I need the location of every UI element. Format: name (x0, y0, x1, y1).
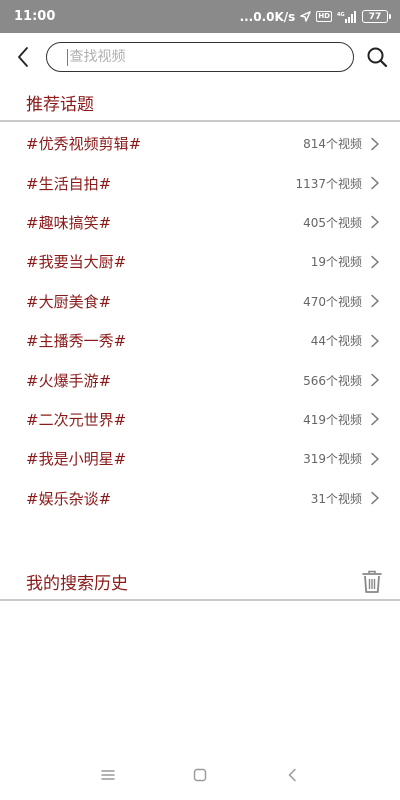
search-button[interactable] (354, 33, 400, 81)
topic-row[interactable]: #火爆手游# 566个视频 (0, 360, 400, 399)
topic-count: 319个视频 (303, 452, 362, 467)
topic-name: #我是小明星# (26, 450, 127, 469)
topic-list: #优秀视频剪辑# 814个视频 #生活自拍# 1137个视频 #趣味搞笑# 40… (0, 124, 400, 518)
topic-name: #娱乐杂谈# (26, 489, 112, 508)
search-input[interactable] (69, 49, 353, 65)
topic-row[interactable]: #趣味搞笑# 405个视频 (0, 203, 400, 242)
text-caret (67, 48, 69, 66)
search-box[interactable] (46, 42, 354, 72)
network-type: 4G (337, 12, 345, 18)
chevron-right-icon (371, 491, 379, 505)
menu-icon (101, 770, 115, 780)
topic-row[interactable]: #主播秀一秀# 44个视频 (0, 321, 400, 360)
home-square-icon (193, 768, 207, 782)
nav-back-icon (288, 768, 296, 782)
topic-name: #我要当大厨# (26, 253, 127, 272)
topic-name: #生活自拍# (26, 174, 112, 193)
topic-count: 1137个视频 (295, 176, 362, 191)
chevron-right-icon (371, 334, 379, 347)
topic-name: #火爆手游# (26, 371, 112, 390)
topic-count: 405个视频 (303, 215, 362, 230)
topic-name: #主播秀一秀# (26, 332, 127, 351)
status-bar: 11:00 ...0.0K/s HD 4G 77 (0, 0, 400, 33)
nav-menu-button[interactable] (98, 765, 118, 785)
topic-row[interactable]: #娱乐杂谈# 31个视频 (0, 479, 400, 518)
chevron-right-icon (371, 452, 379, 466)
topic-count: 419个视频 (303, 412, 362, 427)
search-header (0, 33, 400, 81)
topic-row[interactable]: #大厨美食# 470个视频 (0, 282, 400, 321)
topic-row[interactable]: #二次元世界# 419个视频 (0, 400, 400, 439)
back-button[interactable] (0, 33, 46, 81)
topic-name: #大厨美食# (26, 292, 112, 311)
system-nav-bar (0, 750, 400, 800)
hd-badge: HD (316, 11, 332, 22)
chevron-right-icon (371, 295, 379, 308)
chevron-right-icon (371, 413, 379, 426)
chevron-left-icon (18, 47, 28, 67)
location-arrow-icon (300, 11, 312, 22)
chevron-right-icon (371, 176, 379, 190)
topic-count: 470个视频 (303, 294, 362, 309)
topic-name: #趣味搞笑# (26, 213, 112, 232)
history-divider (0, 599, 400, 601)
topic-row[interactable]: #我要当大厨# 19个视频 (0, 242, 400, 281)
section-divider (0, 120, 400, 122)
topic-row[interactable]: #生活自拍# 1137个视频 (0, 163, 400, 202)
topic-name: #优秀视频剪辑# (26, 135, 142, 154)
topic-count: 814个视频 (303, 137, 362, 152)
signal-icon: 4G (337, 10, 357, 23)
recommended-topics-title: 推荐话题 (26, 95, 94, 115)
chevron-right-icon (371, 216, 379, 229)
chevron-right-icon (371, 255, 379, 269)
topic-name: #二次元世界# (26, 410, 127, 429)
topic-count: 44个视频 (310, 334, 362, 349)
topic-count: 19个视频 (310, 255, 362, 270)
search-history-title: 我的搜索历史 (26, 574, 128, 594)
status-time: 11:00 (14, 9, 56, 24)
topic-row[interactable]: #优秀视频剪辑# 814个视频 (0, 124, 400, 163)
chevron-right-icon (371, 373, 379, 387)
status-indicators: ...0.0K/s HD 4G 77 (239, 9, 391, 24)
nav-back-button[interactable] (282, 765, 302, 785)
trash-icon (362, 570, 382, 593)
network-speed: ...0.0K/s (239, 9, 296, 24)
battery-level: 77 (368, 11, 382, 22)
topic-row[interactable]: #我是小明星# 319个视频 (0, 439, 400, 478)
clear-history-button[interactable] (362, 570, 382, 594)
chevron-right-icon (371, 137, 379, 150)
topic-count: 566个视频 (303, 373, 362, 388)
search-icon (367, 47, 388, 68)
battery-icon: 77 (362, 10, 391, 23)
topic-count: 31个视频 (310, 491, 362, 506)
nav-home-button[interactable] (190, 765, 210, 785)
